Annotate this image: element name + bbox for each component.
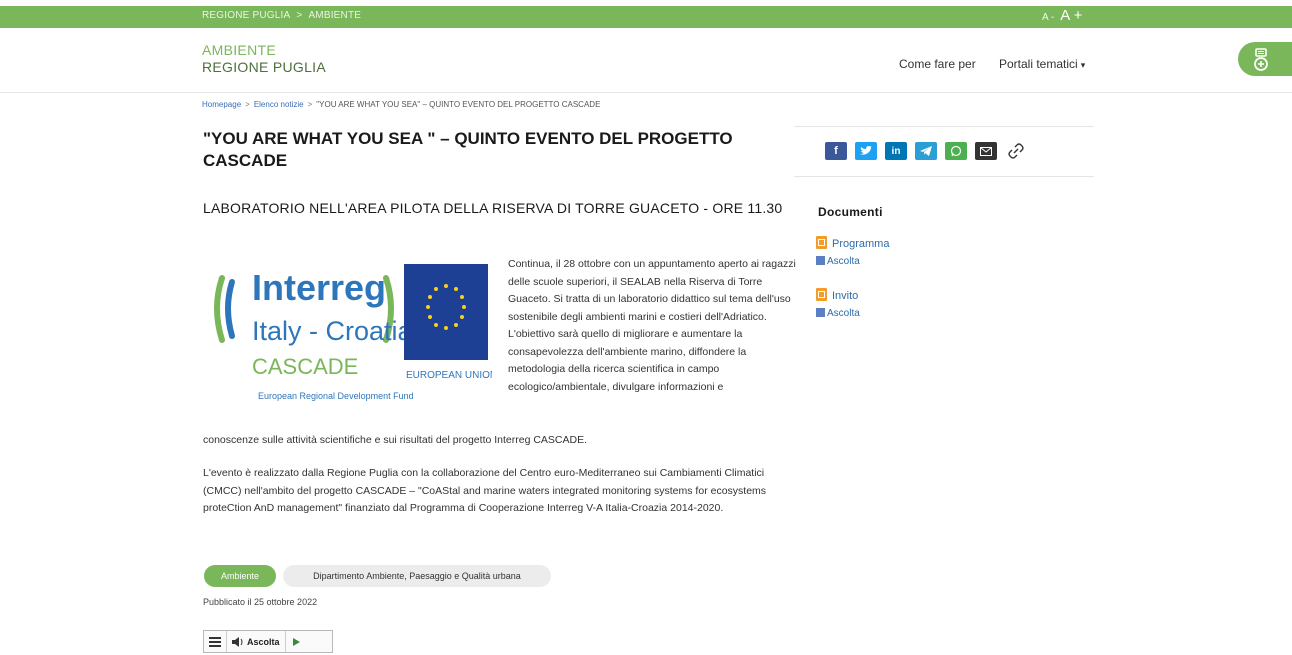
linkedin-icon: in [891,145,901,157]
tag-dipartimento[interactable]: Dipartimento Ambiente, Paesaggio e Quali… [283,565,551,587]
listen-label: Ascolta [827,256,860,267]
breadcrumb-current: "YOU ARE WHAT YOU SEA" – QUINTO EVENTO D… [316,100,601,109]
telegram-share-button[interactable] [915,142,937,160]
facebook-share-button[interactable]: f [825,142,847,160]
twitter-icon [860,146,872,155]
page-title: "YOU ARE WHAT YOU SEA " – QUINTO EVENTO … [203,129,733,170]
copy-link-button[interactable] [1005,141,1027,161]
breadcrumb-news[interactable]: Elenco notizie [254,100,304,109]
pdf-icon [816,288,827,301]
sidebar-divider-top [794,126,1094,127]
article-paragraph-1: Continua, il 28 ottobre con un appuntame… [508,258,796,393]
player-play-button[interactable] [286,631,306,652]
font-increase-button[interactable]: A + [1060,7,1082,24]
breadcrumb: Homepage > Elenco notizie > "YOU ARE WHAT YO… [202,100,600,109]
play-icon [292,637,300,646]
accessibility-widget-button[interactable] [1238,42,1292,76]
email-share-button[interactable] [975,142,997,160]
whatsapp-share-button[interactable] [945,142,967,160]
breadcrumb-home[interactable]: Homepage [202,100,241,109]
document-label: Programma [832,238,890,250]
page-subtitle: LABORATORIO NELL'AREA PILOTA DELLA RISER… [203,200,783,216]
speaker-icon [816,256,825,265]
link-icon [1008,143,1024,159]
mail-icon [980,146,992,156]
listen-label: Ascolta [827,308,860,319]
chevron-down-icon: ▾ [1080,60,1086,70]
top-breadcrumb: REGIONE PUGLIA > AMBIENTE [202,10,361,21]
interreg-logo-graphic: Interreg Italy - Croatia CASCADE Europea… [214,264,497,401]
logo-fund-text: European Regional Development Fund [258,391,414,401]
article-paragraph-2: L'evento è realizzato dalla Regione Pugl… [203,467,767,514]
font-size-controls: A - A + [1042,7,1082,25]
article-paragraph-1-continued: conoscenze sulle attività scientifiche e… [203,434,588,446]
font-decrease-button[interactable]: A - [1042,12,1054,23]
logo-eu-text: EUROPEAN UNION [406,370,492,381]
document-link-programma[interactable]: Programma [816,236,889,250]
speaker-icon [232,636,243,647]
player-menu-button[interactable] [204,631,227,652]
menu-icon [209,636,221,647]
brand-line-1[interactable]: AMBIENTE [202,42,276,58]
sidebar-divider-bottom [794,176,1094,177]
top-crumb-sep: > [296,10,303,21]
telegram-icon [920,146,932,156]
logo-interreg-text: Interreg [252,267,386,308]
logo-cascade-text: CASCADE [252,354,358,379]
share-bar: f in [825,141,1027,161]
top-bar: REGIONE PUGLIA > AMBIENTE A - A + [0,6,1292,28]
player-listen-label: Ascolta [247,636,280,647]
nav-portali-label: Portali tematici [999,57,1078,71]
pdf-icon [816,236,827,249]
breadcrumb-sep: > [307,100,313,109]
document-link-invito[interactable]: Invito [816,288,858,302]
logo-country-text: Italy - Croatia [252,316,414,346]
twitter-share-button[interactable] [855,142,877,160]
published-date: Pubblicato il 25 ottobre 2022 [203,597,318,607]
whatsapp-icon [950,145,962,157]
player-listen-button[interactable]: Ascolta [227,631,286,652]
tag-ambiente[interactable]: Ambiente [204,565,276,587]
accessibility-icon [1254,48,1268,71]
readspeaker-player: Ascolta [203,630,333,653]
listen-link-programma[interactable]: Ascolta [816,256,860,267]
site-header: AMBIENTE REGIONE PUGLIA Come fare per Po… [0,28,1292,93]
linkedin-share-button[interactable]: in [885,142,907,160]
nav-portali-tematici[interactable]: Portali tematici ▾ [999,57,1085,71]
brand-line-2[interactable]: REGIONE PUGLIA [202,59,326,75]
documents-heading: Documenti [818,205,883,219]
facebook-icon: f [834,145,838,157]
breadcrumb-sep: > [245,100,250,109]
nav-come-fare-per[interactable]: Come fare per [899,57,976,71]
speaker-icon [816,308,825,317]
interreg-cascade-logo: Interreg Italy - Croatia CASCADE Europea… [206,260,497,408]
listen-link-invito[interactable]: Ascolta [816,308,860,319]
document-label: Invito [832,290,859,302]
top-crumb-regione[interactable]: REGIONE PUGLIA [202,10,290,21]
top-crumb-ambiente[interactable]: AMBIENTE [308,10,361,21]
